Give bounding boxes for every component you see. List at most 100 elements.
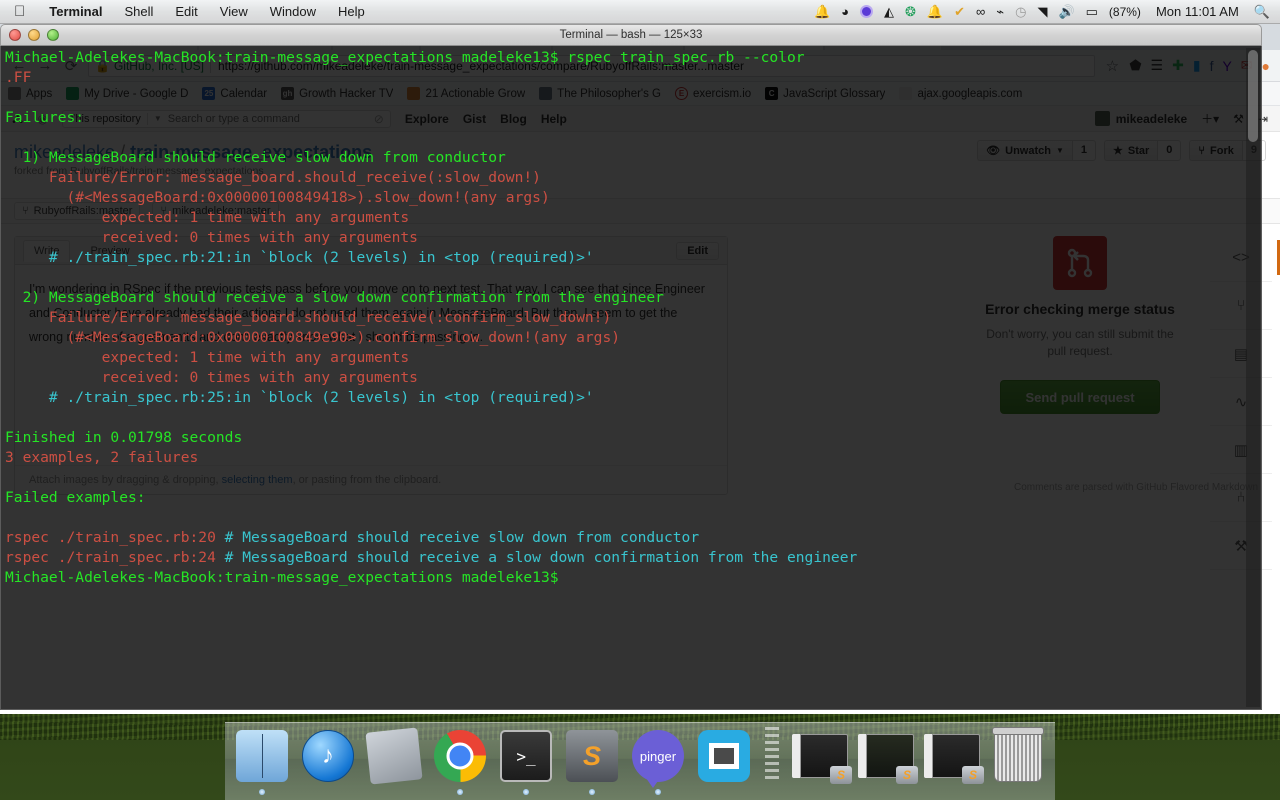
minimize-button[interactable]	[28, 29, 40, 41]
terminal-line: Michael-Adelekes-MacBook:train-message_e…	[5, 568, 1255, 588]
terminal-icon: >_	[500, 730, 552, 782]
sublime-text-icon: S	[566, 730, 618, 782]
running-indicator	[589, 789, 595, 795]
app-badge: S	[896, 766, 918, 784]
dock-item-trash[interactable]	[989, 727, 1047, 785]
terminal-scrollbar[interactable]	[1246, 48, 1260, 707]
window-thumbnail-sidebar	[924, 734, 933, 778]
menu-terminal[interactable]: Terminal	[38, 4, 113, 19]
dock-container[interactable]: ♪ >_ S pinger S S S	[0, 708, 1280, 800]
spotlight-search-icon[interactable]: 🔍	[1254, 5, 1270, 18]
terminal-text: # MessageBoard should receive slow down …	[224, 529, 700, 546]
dock-item-iphoto[interactable]	[365, 727, 423, 785]
zoom-button[interactable]	[47, 29, 59, 41]
terminal-text: rspec train_spec.rb --color	[567, 49, 805, 66]
terminal-line: Failed examples:	[5, 488, 1255, 508]
menu-view[interactable]: View	[209, 4, 259, 19]
terminal-line: received: 0 times with any arguments	[5, 228, 1255, 248]
google-drive-icon[interactable]: ◭	[884, 5, 894, 18]
window-thumbnail-sidebar	[858, 734, 867, 778]
dock-item-pinger[interactable]: pinger	[629, 727, 687, 795]
dock-item-terminal[interactable]: >_	[497, 727, 555, 795]
apple-logo-icon[interactable]: 	[0, 4, 38, 19]
terminal-title-bar[interactable]: Terminal — bash — 125×33	[0, 24, 1262, 46]
terminal-scrollbar-thumb[interactable]	[1248, 50, 1258, 142]
terminal-text: rspec ./train_spec.rb:20	[5, 529, 225, 546]
terminal-line: expected: 1 time with any arguments	[5, 208, 1255, 228]
menu-shell[interactable]: Shell	[113, 4, 164, 19]
terminal-text: Michael-Adelekes-MacBook:train-message_e…	[5, 49, 568, 66]
chrome-icon	[434, 730, 486, 782]
terminal-text: .FF	[5, 69, 32, 86]
window-thumbnail-sidebar	[792, 734, 801, 778]
menu-window[interactable]: Window	[259, 4, 327, 19]
terminal-text: Failed examples:	[5, 489, 146, 506]
terminal-line: Failure/Error: message_board.should_rece…	[5, 308, 1255, 328]
terminal-text: Michael-Adelekes-MacBook:train-message_e…	[5, 569, 568, 586]
minimized-window-thumbnail: S	[924, 734, 984, 784]
dock-item-chrome[interactable]	[431, 727, 489, 795]
evernote-icon[interactable]: ∞	[976, 5, 985, 18]
dock-item-finder[interactable]	[233, 727, 291, 795]
window-controls[interactable]	[9, 29, 59, 41]
dock-item-itunes[interactable]: ♪	[299, 727, 357, 785]
terminal-line: (#<MessageBoard:0x00000100849418>).slow_…	[5, 188, 1255, 208]
terminal-line: expected: 1 time with any arguments	[5, 348, 1255, 368]
terminal-text: rspec ./train_spec.rb:24	[5, 549, 225, 566]
checkmark-circle-icon[interactable]: ✔	[954, 5, 965, 18]
dropbox-icon[interactable]: ❂	[905, 5, 916, 18]
running-indicator	[523, 789, 529, 795]
minimized-window-thumbnail: S	[792, 734, 852, 784]
dock[interactable]: ♪ >_ S pinger S S S	[225, 722, 1055, 800]
menu-help[interactable]: Help	[327, 4, 376, 19]
location-icon[interactable]: ◕	[841, 5, 849, 18]
terminal-text: received: 0 times with any arguments	[5, 369, 418, 386]
terminal-line: # ./train_spec.rb:21:in `block (2 levels…	[5, 248, 1255, 268]
menu-bar-status-items[interactable]: 🔔 ◕ ◭ ❂ 🔔 ✔ ∞ ⌁ ◷ ◥ 🔊 ▭ (87%) Mon 11:01 …	[814, 4, 1280, 19]
terminal-text: Failure/Error: message_board.should_rece…	[5, 169, 541, 186]
dock-item-sublime[interactable]: S	[563, 727, 621, 795]
dock-minimized-window-3[interactable]: S	[923, 727, 984, 785]
wifi-icon[interactable]: ◥	[1037, 5, 1047, 18]
terminal-line: Failure/Error: message_board.should_rece…	[5, 168, 1255, 188]
terminal-text: received: 0 times with any arguments	[5, 229, 418, 246]
terminal-text: (#<MessageBoard:0x00000100849418>).slow_…	[5, 189, 550, 206]
divvy-icon	[698, 730, 750, 782]
dock-item-divvy[interactable]	[695, 727, 753, 785]
terminal-text: Finished in 0.01798 seconds	[5, 429, 243, 446]
terminal-text: 2) MessageBoard should receive a slow do…	[5, 289, 664, 306]
terminal-text: 3 examples, 2 failures	[5, 449, 199, 466]
battery-percentage[interactable]: (87%)	[1109, 5, 1141, 19]
app-badge: S	[830, 766, 852, 784]
purple-circle-icon[interactable]	[859, 5, 873, 18]
battery-icon[interactable]: ▭	[1086, 5, 1098, 18]
bell-dark-icon[interactable]: 🔔	[927, 5, 943, 18]
terminal-output[interactable]: Michael-Adelekes-MacBook:train-message_e…	[0, 46, 1262, 710]
minimized-window-thumbnail: S	[858, 734, 918, 784]
dock-minimized-window-2[interactable]: S	[857, 727, 918, 785]
close-button[interactable]	[9, 29, 21, 41]
bell-icon[interactable]: 🔔	[814, 5, 830, 18]
terminal-line: Michael-Adelekes-MacBook:train-message_e…	[5, 48, 1255, 68]
dock-minimized-window-1[interactable]: S	[791, 727, 852, 785]
menu-bar-clock[interactable]: Mon 11:01 AM	[1152, 4, 1243, 19]
terminal-text: (#<MessageBoard:0x00000100849e90>).confi…	[5, 329, 621, 346]
finder-icon	[236, 730, 288, 782]
running-indicator	[655, 789, 661, 795]
terminal-line: (#<MessageBoard:0x00000100849e90>).confi…	[5, 328, 1255, 348]
terminal-window[interactable]: Terminal — bash — 125×33 Michael-Adeleke…	[0, 24, 1262, 710]
macos-menu-bar[interactable]:  Terminal Shell Edit View Window Help 🔔…	[0, 0, 1280, 24]
terminal-text: # ./train_spec.rb:25:in `block (2 levels…	[5, 389, 594, 406]
terminal-line: 3 examples, 2 failures	[5, 448, 1255, 468]
terminal-text: expected: 1 time with any arguments	[5, 349, 410, 366]
extension-icon[interactable]: ●	[1262, 58, 1270, 74]
timemachine-icon[interactable]: ◷	[1015, 5, 1026, 18]
volume-icon[interactable]: 🔊	[1058, 5, 1074, 18]
terminal-text: 1) MessageBoard should receive slow down…	[5, 149, 506, 166]
bluetooth-icon[interactable]: ⌁	[996, 5, 1004, 18]
terminal-text: # MessageBoard should receive a slow dow…	[224, 549, 858, 566]
menu-edit[interactable]: Edit	[164, 4, 208, 19]
